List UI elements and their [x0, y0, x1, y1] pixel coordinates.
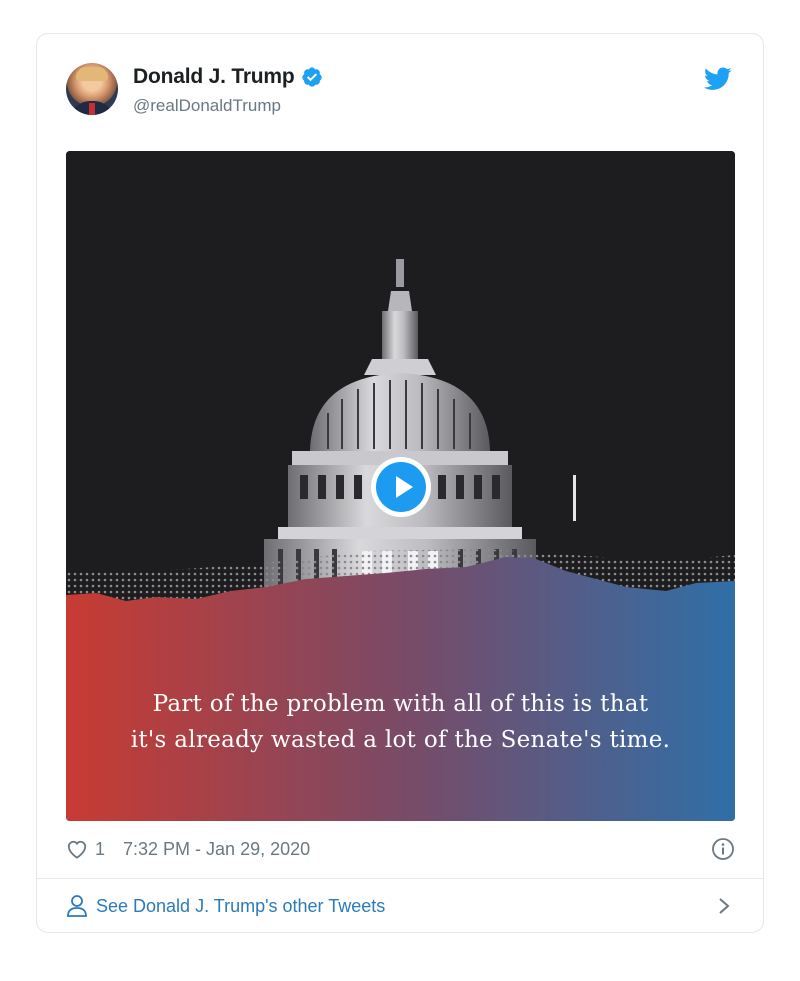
caption-line-2: it's already wasted a lot of the Senate'… — [130, 727, 671, 753]
tweet-video[interactable]: Part of the problem with all of this is … — [66, 151, 735, 821]
tweet-header: Donald J. Trump @realDonaldTrump — [66, 61, 735, 121]
chevron-right-icon[interactable] — [717, 896, 731, 916]
tweet-card: Donald J. Trump @realDonaldTrump Part of… — [36, 33, 764, 933]
divider — [37, 878, 763, 879]
author-name[interactable]: Donald J. Trump — [133, 65, 295, 89]
heart-icon[interactable] — [66, 839, 88, 859]
caption-line-1: Part of the problem with all of this is … — [152, 691, 649, 717]
see-other-tweets-link[interactable]: See Donald J. Trump's other Tweets — [66, 890, 735, 922]
info-icon[interactable] — [711, 837, 735, 861]
person-icon — [67, 895, 87, 917]
tweet-meta: 1 7:32 PM - Jan 29, 2020 — [66, 834, 735, 864]
see-other-tweets-label[interactable]: See Donald J. Trump's other Tweets — [96, 896, 385, 917]
video-caption: Part of the problem with all of this is … — [66, 686, 735, 758]
twitter-bird-icon[interactable] — [704, 67, 732, 91]
author-handle[interactable]: @realDonaldTrump — [133, 96, 281, 116]
tweet-timestamp[interactable]: 7:32 PM - Jan 29, 2020 — [123, 839, 310, 860]
like-count[interactable]: 1 — [95, 839, 105, 860]
avatar[interactable] — [66, 63, 118, 115]
play-icon[interactable] — [371, 457, 431, 517]
verified-badge-icon — [301, 67, 322, 87]
author-name-row[interactable]: Donald J. Trump — [133, 65, 323, 89]
